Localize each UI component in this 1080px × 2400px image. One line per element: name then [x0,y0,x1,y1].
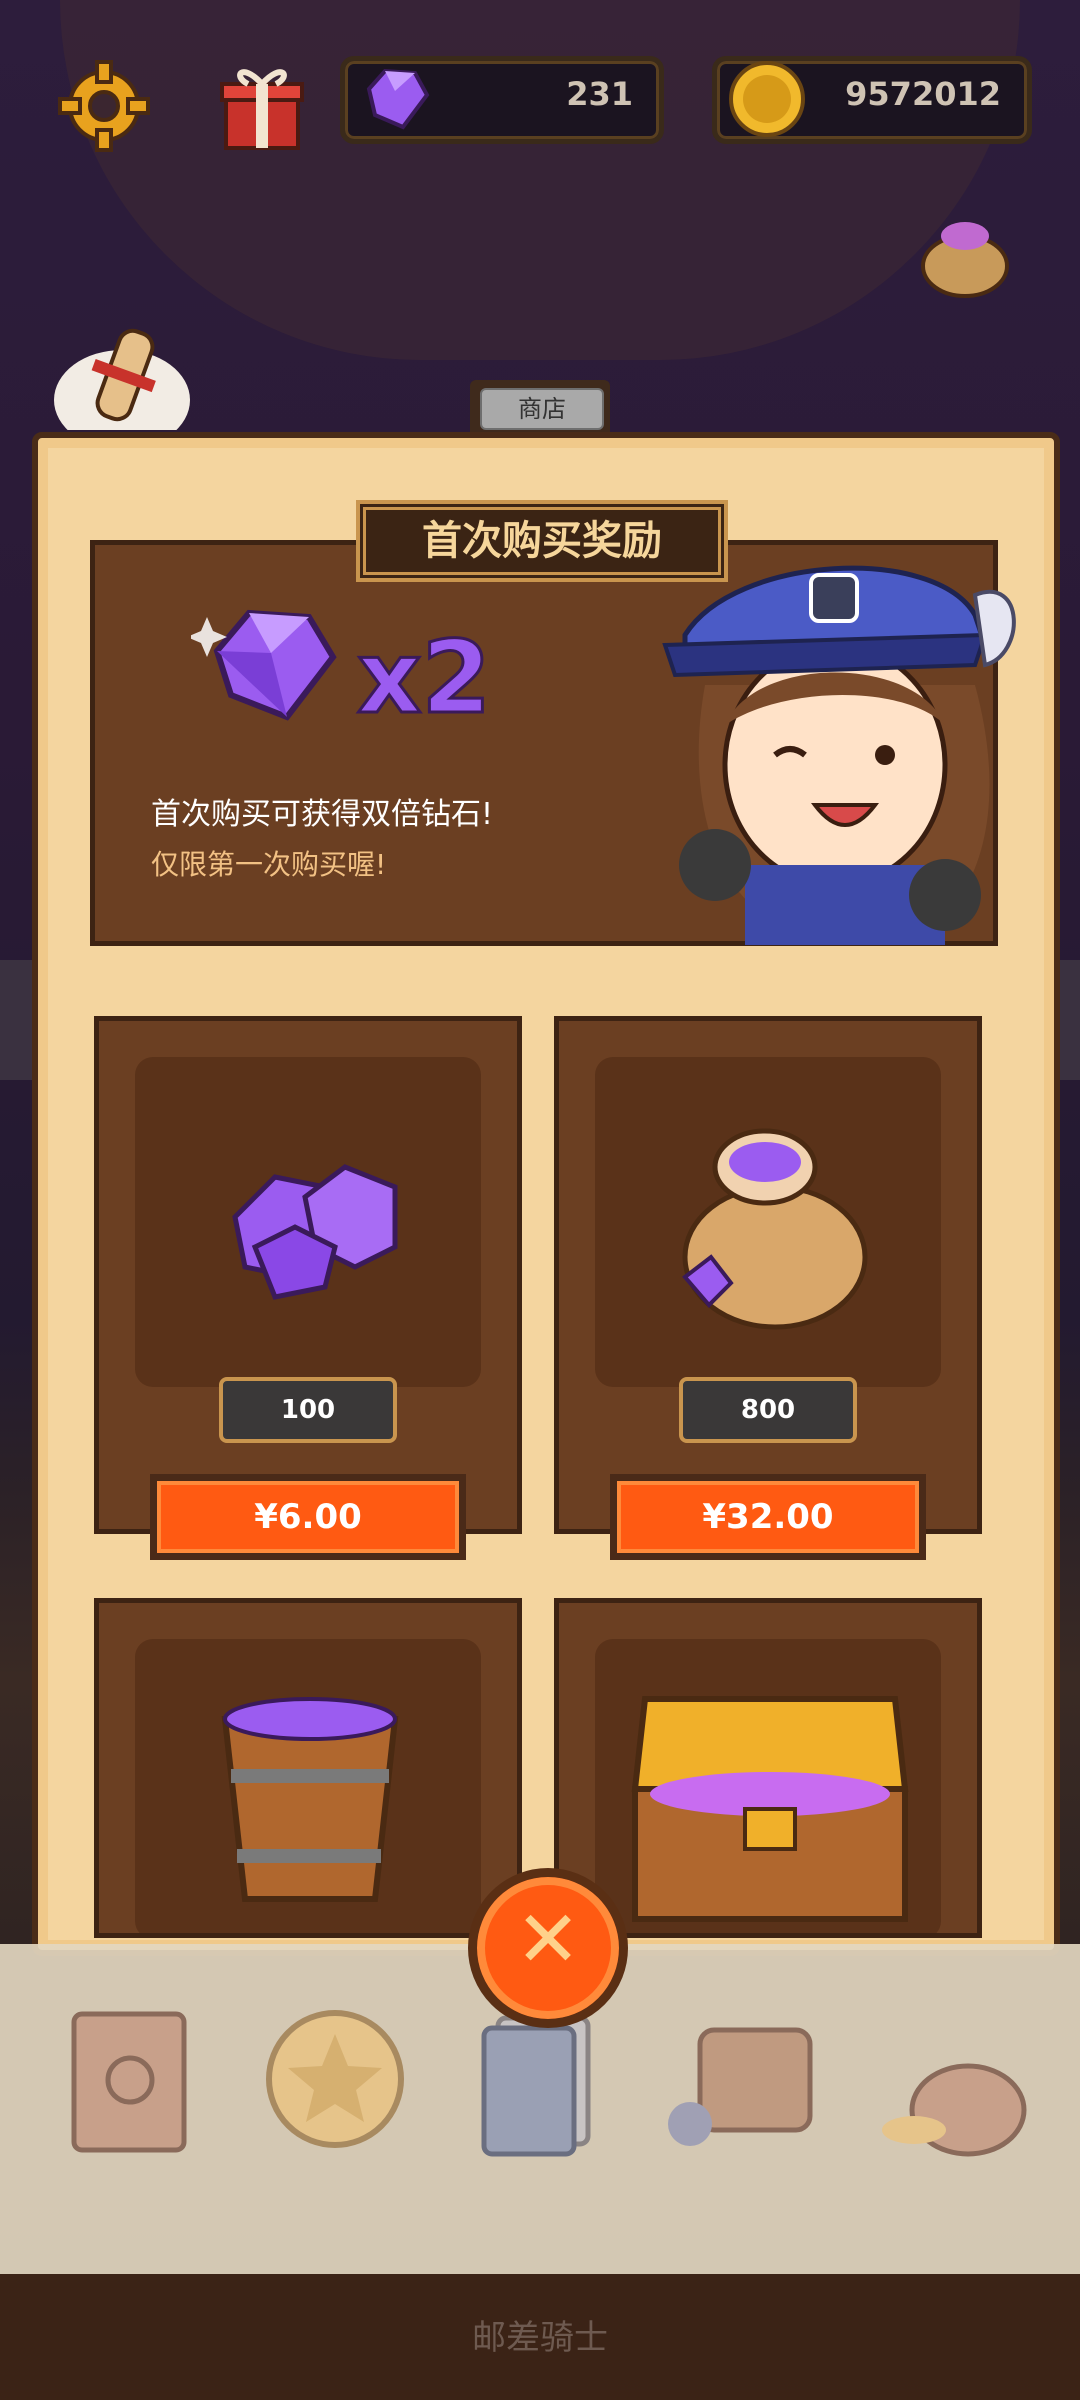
gem-bag-icon [682,1128,868,1330]
gem-counter[interactable]: 231 [340,56,664,144]
gem-icon [191,609,337,721]
item-image-well [595,1639,941,1933]
first-purchase-bonus: x2 首次购买可获得双倍钻石! 仅限第一次购买喔! [90,540,1016,946]
shop-item-100-gems[interactable]: 100 [94,1016,522,1534]
coin-icon [729,61,805,137]
gem-bag-icon [882,2063,1027,2157]
coin-counter[interactable]: 9572012 [712,56,1032,144]
buy-button-32[interactable]: ¥32.00 [610,1474,926,1560]
shop-item-chest[interactable] [554,1598,982,1938]
bonus-multiplier: x2 [355,619,492,736]
item-amount: 800 [679,1377,857,1443]
background-tree [60,0,1020,360]
nav-coin-button[interactable] [260,2004,410,2154]
card-icon [481,2015,591,2157]
nav-bag-button[interactable] [660,2000,830,2160]
close-icon: ✕ [515,1895,581,1985]
shop-item-800-gems[interactable]: 800 [554,1016,982,1534]
coin-count: 9572012 [845,75,1001,113]
backpack-icon [668,2027,813,2146]
treasure-chest-icon [631,1696,909,1922]
book-icon [71,2011,187,2153]
settings-button[interactable] [54,56,154,156]
gem-bucket-icon [221,1697,399,1902]
bonus-title: 首次购买奖励 [356,500,728,582]
mascot-icon [662,565,1016,945]
scroll-icon [54,328,190,450]
gem-icon [366,68,430,130]
treasure-bag-button[interactable] [910,196,1020,306]
treasure-bag-icon [921,222,1009,298]
bonus-description: 首次购买可获得双倍钻石! [151,797,494,832]
bonus-limit-note: 仅限第一次购买喔! [151,848,387,881]
buy-button-6[interactable]: ¥6.00 [150,1474,466,1560]
close-button[interactable]: ✕ [468,1868,628,2028]
nav-treasure-button[interactable] [872,2000,1032,2160]
quest-scroll-button[interactable] [52,320,192,450]
nav-cards-button[interactable] [470,2008,610,2158]
item-image-well [135,1639,481,1933]
item-amount: 100 [219,1377,397,1443]
star-coin-icon [266,2010,404,2148]
item-image-well [595,1057,941,1387]
footer-title: 邮差骑士 [472,2318,608,2358]
item-image-well [135,1057,481,1387]
gear-icon [58,60,150,152]
gem-pile-icon [232,1164,398,1300]
shop-tab[interactable]: 商店 [470,380,610,432]
nav-book-button[interactable] [60,2000,200,2160]
gem-count: 231 [566,75,633,113]
shop-item-bucket[interactable] [94,1598,522,1938]
gift-button[interactable] [212,56,312,156]
gift-icon [220,69,304,150]
shop-tab-label: 商店 [480,388,604,430]
